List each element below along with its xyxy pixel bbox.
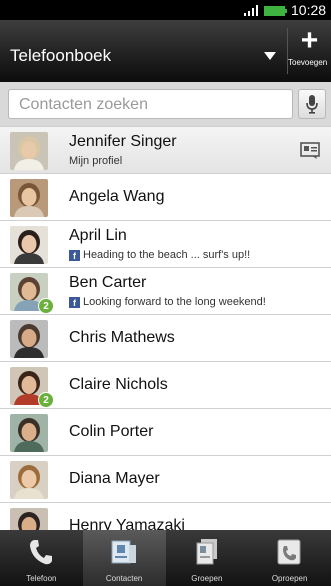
contact-row[interactable]: April Lin f Heading to the beach ... surf'… <box>0 220 331 267</box>
avatar[interactable] <box>10 179 48 217</box>
facebook-icon: f <box>69 297 80 308</box>
status-time: 10:28 <box>291 2 327 18</box>
avatar[interactable] <box>10 461 48 499</box>
add-contact-label: Toevoegen <box>288 58 328 67</box>
contact-status: f Looking forward to the long weekend! <box>69 296 266 308</box>
call-history-icon <box>274 537 304 567</box>
add-contact-button[interactable]: + Toevoegen <box>288 24 331 76</box>
contact-name: Claire Nichols <box>69 376 168 393</box>
tab-groepen[interactable]: Groepen <box>166 530 249 586</box>
tab-contacten[interactable]: Contacten <box>82 530 166 586</box>
contact-name: April Lin <box>69 227 127 244</box>
contact-name: Henry Yamazaki <box>69 517 185 530</box>
contact-row[interactable]: Angela Wang <box>0 173 331 220</box>
battery-icon <box>264 6 287 16</box>
search-input[interactable]: Contacten zoeken <box>8 89 293 119</box>
tab-label: Telefoon <box>26 574 57 583</box>
facebook-icon: f <box>69 250 80 261</box>
contact-name: Chris Mathews <box>69 329 175 346</box>
contact-card-icon[interactable] <box>300 142 320 159</box>
contact-name: Diana Mayer <box>69 470 160 487</box>
contact-status-text: Heading to the beach ... surf's up!! <box>83 249 251 261</box>
voice-search-button[interactable] <box>298 89 326 119</box>
bottom-nav: Telefoon Contacten Groepen Oproepen <box>0 530 331 586</box>
avatar[interactable] <box>10 226 48 264</box>
contact-status: Mijn profiel <box>69 155 122 167</box>
contact-row[interactable]: Diana Mayer <box>0 455 331 502</box>
contact-row[interactable]: Colin Porter <box>0 408 331 455</box>
tab-telefoon[interactable]: Telefoon <box>0 530 83 586</box>
status-bar: 10:28 <box>0 0 331 20</box>
phone-icon <box>26 537 56 567</box>
avatar[interactable] <box>10 132 48 170</box>
notification-badge: 2 <box>38 392 54 408</box>
contact-row[interactable]: 2 Ben Carter f Looking forward to the long … <box>0 267 331 314</box>
contact-status-text: Looking forward to the long weekend! <box>83 296 266 308</box>
notification-badge: 2 <box>38 298 54 314</box>
contacts-icon <box>109 537 139 567</box>
app-header: Telefoonboek + Toevoegen <box>0 20 331 82</box>
signal-icon <box>244 5 258 16</box>
contact-row[interactable]: Henry Yamazaki <box>0 502 331 530</box>
tab-label: Groepen <box>191 574 223 583</box>
contact-name: Colin Porter <box>69 423 154 440</box>
microphone-icon <box>306 95 318 114</box>
contact-name: Ben Carter <box>69 274 147 291</box>
contact-row[interactable]: 2 Claire Nichols <box>0 361 331 408</box>
search-bar: Contacten zoeken <box>0 82 331 126</box>
contact-status-text: Mijn profiel <box>69 155 123 167</box>
avatar[interactable] <box>10 414 48 452</box>
my-profile-row[interactable]: Jennifer Singer Mijn profiel <box>0 126 331 173</box>
tab-label: Contacten <box>105 574 143 583</box>
tab-label: Oproepen <box>271 574 308 583</box>
contact-name: Jennifer Singer <box>69 133 177 150</box>
search-placeholder: Contacten zoeken <box>19 96 148 113</box>
contact-row[interactable]: Chris Mathews <box>0 314 331 361</box>
contact-name: Angela Wang <box>69 188 165 205</box>
dropdown-arrow-icon[interactable] <box>264 52 276 60</box>
plus-icon: + <box>300 24 319 57</box>
page-title[interactable]: Telefoonboek <box>10 46 111 66</box>
contact-list[interactable]: Jennifer Singer Mijn profiel Angela Wang Ap… <box>0 126 331 530</box>
tab-oproepen[interactable]: Oproepen <box>248 530 331 586</box>
contact-status: f Heading to the beach ... surf's up!! <box>69 249 250 261</box>
avatar[interactable] <box>10 320 48 358</box>
groups-icon <box>192 537 222 567</box>
avatar[interactable] <box>10 508 48 530</box>
